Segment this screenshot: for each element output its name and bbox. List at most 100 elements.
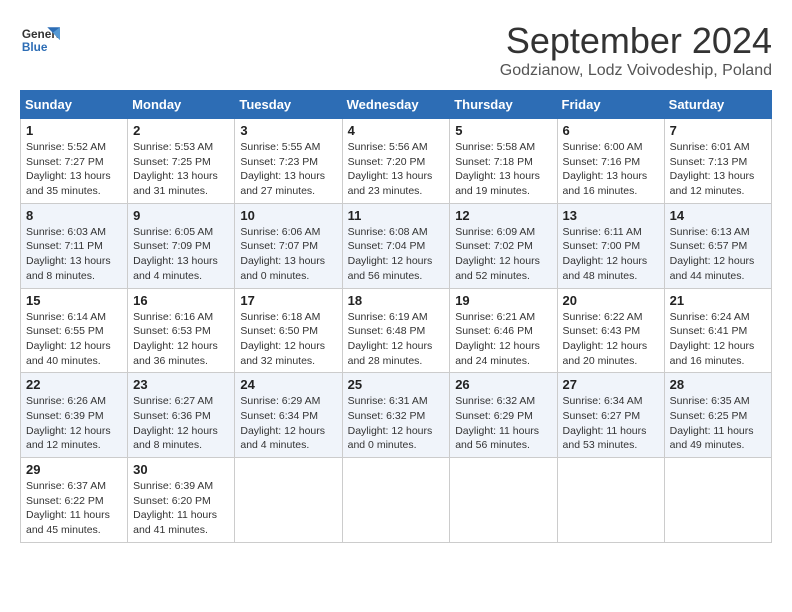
day-info: Sunrise: 6:18 AM Sunset: 6:50 PM Dayligh…	[240, 310, 336, 369]
day-info: Sunrise: 6:16 AM Sunset: 6:53 PM Dayligh…	[133, 310, 229, 369]
day-number: 23	[133, 377, 229, 392]
day-info: Sunrise: 6:35 AM Sunset: 6:25 PM Dayligh…	[670, 394, 766, 453]
day-number: 2	[133, 123, 229, 138]
page-header: General Blue September 2024 Godzianow, L…	[20, 20, 772, 80]
calendar-cell	[235, 458, 342, 543]
day-info: Sunrise: 6:03 AM Sunset: 7:11 PM Dayligh…	[26, 225, 122, 284]
calendar-cell: 16 Sunrise: 6:16 AM Sunset: 6:53 PM Dayli…	[128, 288, 235, 373]
day-info: Sunrise: 5:53 AM Sunset: 7:25 PM Dayligh…	[133, 140, 229, 199]
calendar-cell: 22 Sunrise: 6:26 AM Sunset: 6:39 PM Dayli…	[21, 373, 128, 458]
calendar-cell: 11 Sunrise: 6:08 AM Sunset: 7:04 PM Dayli…	[342, 203, 450, 288]
day-info: Sunrise: 6:34 AM Sunset: 6:27 PM Dayligh…	[563, 394, 659, 453]
svg-text:Blue: Blue	[22, 40, 48, 54]
calendar-cell: 25Sunrise: 6:31 AM Sunset: 6:32 PM Dayli…	[342, 373, 450, 458]
day-number: 25	[348, 377, 445, 392]
calendar-cell: 29 Sunrise: 6:37 AM Sunset: 6:22 PM Dayli…	[21, 458, 128, 543]
day-info: Sunrise: 6:06 AM Sunset: 7:07 PM Dayligh…	[240, 225, 336, 284]
calendar-cell: 21 Sunrise: 6:24 AM Sunset: 6:41 PM Dayli…	[664, 288, 771, 373]
weekday-header-sunday: Sunday	[21, 91, 128, 119]
day-number: 19	[455, 293, 551, 308]
day-number: 14	[670, 208, 766, 223]
day-number: 16	[133, 293, 229, 308]
weekday-header-row: SundayMondayTuesdayWednesdayThursdayFrid…	[21, 91, 772, 119]
day-info: Sunrise: 6:14 AM Sunset: 6:55 PM Dayligh…	[26, 310, 122, 369]
day-number: 3	[240, 123, 336, 138]
day-number: 5	[455, 123, 551, 138]
calendar-cell: 15 Sunrise: 6:14 AM Sunset: 6:55 PM Dayli…	[21, 288, 128, 373]
day-number: 11	[348, 208, 445, 223]
day-number: 29	[26, 462, 122, 477]
day-number: 10	[240, 208, 336, 223]
day-info: Sunrise: 6:37 AM Sunset: 6:22 PM Dayligh…	[26, 479, 122, 538]
calendar-cell: 1 Sunrise: 5:52 AM Sunset: 7:27 PM Daylig…	[21, 119, 128, 204]
day-info: Sunrise: 6:27 AM Sunset: 6:36 PM Dayligh…	[133, 394, 229, 453]
calendar-cell: 5Sunrise: 5:58 AM Sunset: 7:18 PM Daylig…	[450, 119, 557, 204]
calendar-table: SundayMondayTuesdayWednesdayThursdayFrid…	[20, 90, 772, 543]
calendar-cell	[664, 458, 771, 543]
calendar-cell	[342, 458, 450, 543]
day-number: 30	[133, 462, 229, 477]
calendar-cell: 9 Sunrise: 6:05 AM Sunset: 7:09 PM Daylig…	[128, 203, 235, 288]
day-number: 17	[240, 293, 336, 308]
logo: General Blue	[20, 20, 60, 60]
day-info: Sunrise: 5:55 AM Sunset: 7:23 PM Dayligh…	[240, 140, 336, 199]
title-block: September 2024 Godzianow, Lodz Voivodesh…	[500, 20, 772, 80]
calendar-week-row: 15 Sunrise: 6:14 AM Sunset: 6:55 PM Dayli…	[21, 288, 772, 373]
calendar-cell: 28Sunrise: 6:35 AM Sunset: 6:25 PM Dayli…	[664, 373, 771, 458]
calendar-cell: 23 Sunrise: 6:27 AM Sunset: 6:36 PM Dayli…	[128, 373, 235, 458]
calendar-cell	[450, 458, 557, 543]
day-info: Sunrise: 6:29 AM Sunset: 6:34 PM Dayligh…	[240, 394, 336, 453]
day-info: Sunrise: 6:32 AM Sunset: 6:29 PM Dayligh…	[455, 394, 551, 453]
day-info: Sunrise: 6:26 AM Sunset: 6:39 PM Dayligh…	[26, 394, 122, 453]
calendar-cell: 7Sunrise: 6:01 AM Sunset: 7:13 PM Daylig…	[664, 119, 771, 204]
calendar-cell: 18Sunrise: 6:19 AM Sunset: 6:48 PM Dayli…	[342, 288, 450, 373]
day-number: 1	[26, 123, 122, 138]
day-number: 12	[455, 208, 551, 223]
day-number: 27	[563, 377, 659, 392]
day-info: Sunrise: 6:22 AM Sunset: 6:43 PM Dayligh…	[563, 310, 659, 369]
calendar-week-row: 1 Sunrise: 5:52 AM Sunset: 7:27 PM Daylig…	[21, 119, 772, 204]
day-info: Sunrise: 6:39 AM Sunset: 6:20 PM Dayligh…	[133, 479, 229, 538]
day-number: 8	[26, 208, 122, 223]
calendar-cell	[557, 458, 664, 543]
day-number: 6	[563, 123, 659, 138]
day-info: Sunrise: 5:52 AM Sunset: 7:27 PM Dayligh…	[26, 140, 122, 199]
day-info: Sunrise: 6:05 AM Sunset: 7:09 PM Dayligh…	[133, 225, 229, 284]
weekday-header-wednesday: Wednesday	[342, 91, 450, 119]
calendar-cell: 27 Sunrise: 6:34 AM Sunset: 6:27 PM Dayli…	[557, 373, 664, 458]
day-number: 13	[563, 208, 659, 223]
day-info: Sunrise: 6:08 AM Sunset: 7:04 PM Dayligh…	[348, 225, 445, 284]
day-number: 4	[348, 123, 445, 138]
location-subtitle: Godzianow, Lodz Voivodeship, Poland	[500, 62, 772, 80]
day-number: 15	[26, 293, 122, 308]
calendar-cell: 2 Sunrise: 5:53 AM Sunset: 7:25 PM Daylig…	[128, 119, 235, 204]
day-info: Sunrise: 6:24 AM Sunset: 6:41 PM Dayligh…	[670, 310, 766, 369]
calendar-cell: 8 Sunrise: 6:03 AM Sunset: 7:11 PM Daylig…	[21, 203, 128, 288]
day-info: Sunrise: 6:00 AM Sunset: 7:16 PM Dayligh…	[563, 140, 659, 199]
day-number: 20	[563, 293, 659, 308]
day-number: 21	[670, 293, 766, 308]
calendar-cell: 13 Sunrise: 6:11 AM Sunset: 7:00 PM Dayli…	[557, 203, 664, 288]
calendar-cell: 26 Sunrise: 6:32 AM Sunset: 6:29 PM Dayli…	[450, 373, 557, 458]
month-year-title: September 2024	[500, 20, 772, 62]
day-number: 9	[133, 208, 229, 223]
weekday-header-thursday: Thursday	[450, 91, 557, 119]
day-info: Sunrise: 6:21 AM Sunset: 6:46 PM Dayligh…	[455, 310, 551, 369]
day-number: 26	[455, 377, 551, 392]
weekday-header-friday: Friday	[557, 91, 664, 119]
logo-icon: General Blue	[20, 20, 60, 60]
day-info: Sunrise: 5:56 AM Sunset: 7:20 PM Dayligh…	[348, 140, 445, 199]
calendar-cell: 17 Sunrise: 6:18 AM Sunset: 6:50 PM Dayli…	[235, 288, 342, 373]
calendar-week-row: 22 Sunrise: 6:26 AM Sunset: 6:39 PM Dayli…	[21, 373, 772, 458]
calendar-cell: 12Sunrise: 6:09 AM Sunset: 7:02 PM Dayli…	[450, 203, 557, 288]
calendar-week-row: 29 Sunrise: 6:37 AM Sunset: 6:22 PM Dayli…	[21, 458, 772, 543]
day-number: 18	[348, 293, 445, 308]
calendar-cell: 14Sunrise: 6:13 AM Sunset: 6:57 PM Dayli…	[664, 203, 771, 288]
calendar-cell: 24Sunrise: 6:29 AM Sunset: 6:34 PM Dayli…	[235, 373, 342, 458]
day-number: 22	[26, 377, 122, 392]
weekday-header-monday: Monday	[128, 91, 235, 119]
calendar-cell: 19 Sunrise: 6:21 AM Sunset: 6:46 PM Dayli…	[450, 288, 557, 373]
calendar-cell: 20 Sunrise: 6:22 AM Sunset: 6:43 PM Dayli…	[557, 288, 664, 373]
calendar-cell: 4 Sunrise: 5:56 AM Sunset: 7:20 PM Daylig…	[342, 119, 450, 204]
day-info: Sunrise: 6:11 AM Sunset: 7:00 PM Dayligh…	[563, 225, 659, 284]
